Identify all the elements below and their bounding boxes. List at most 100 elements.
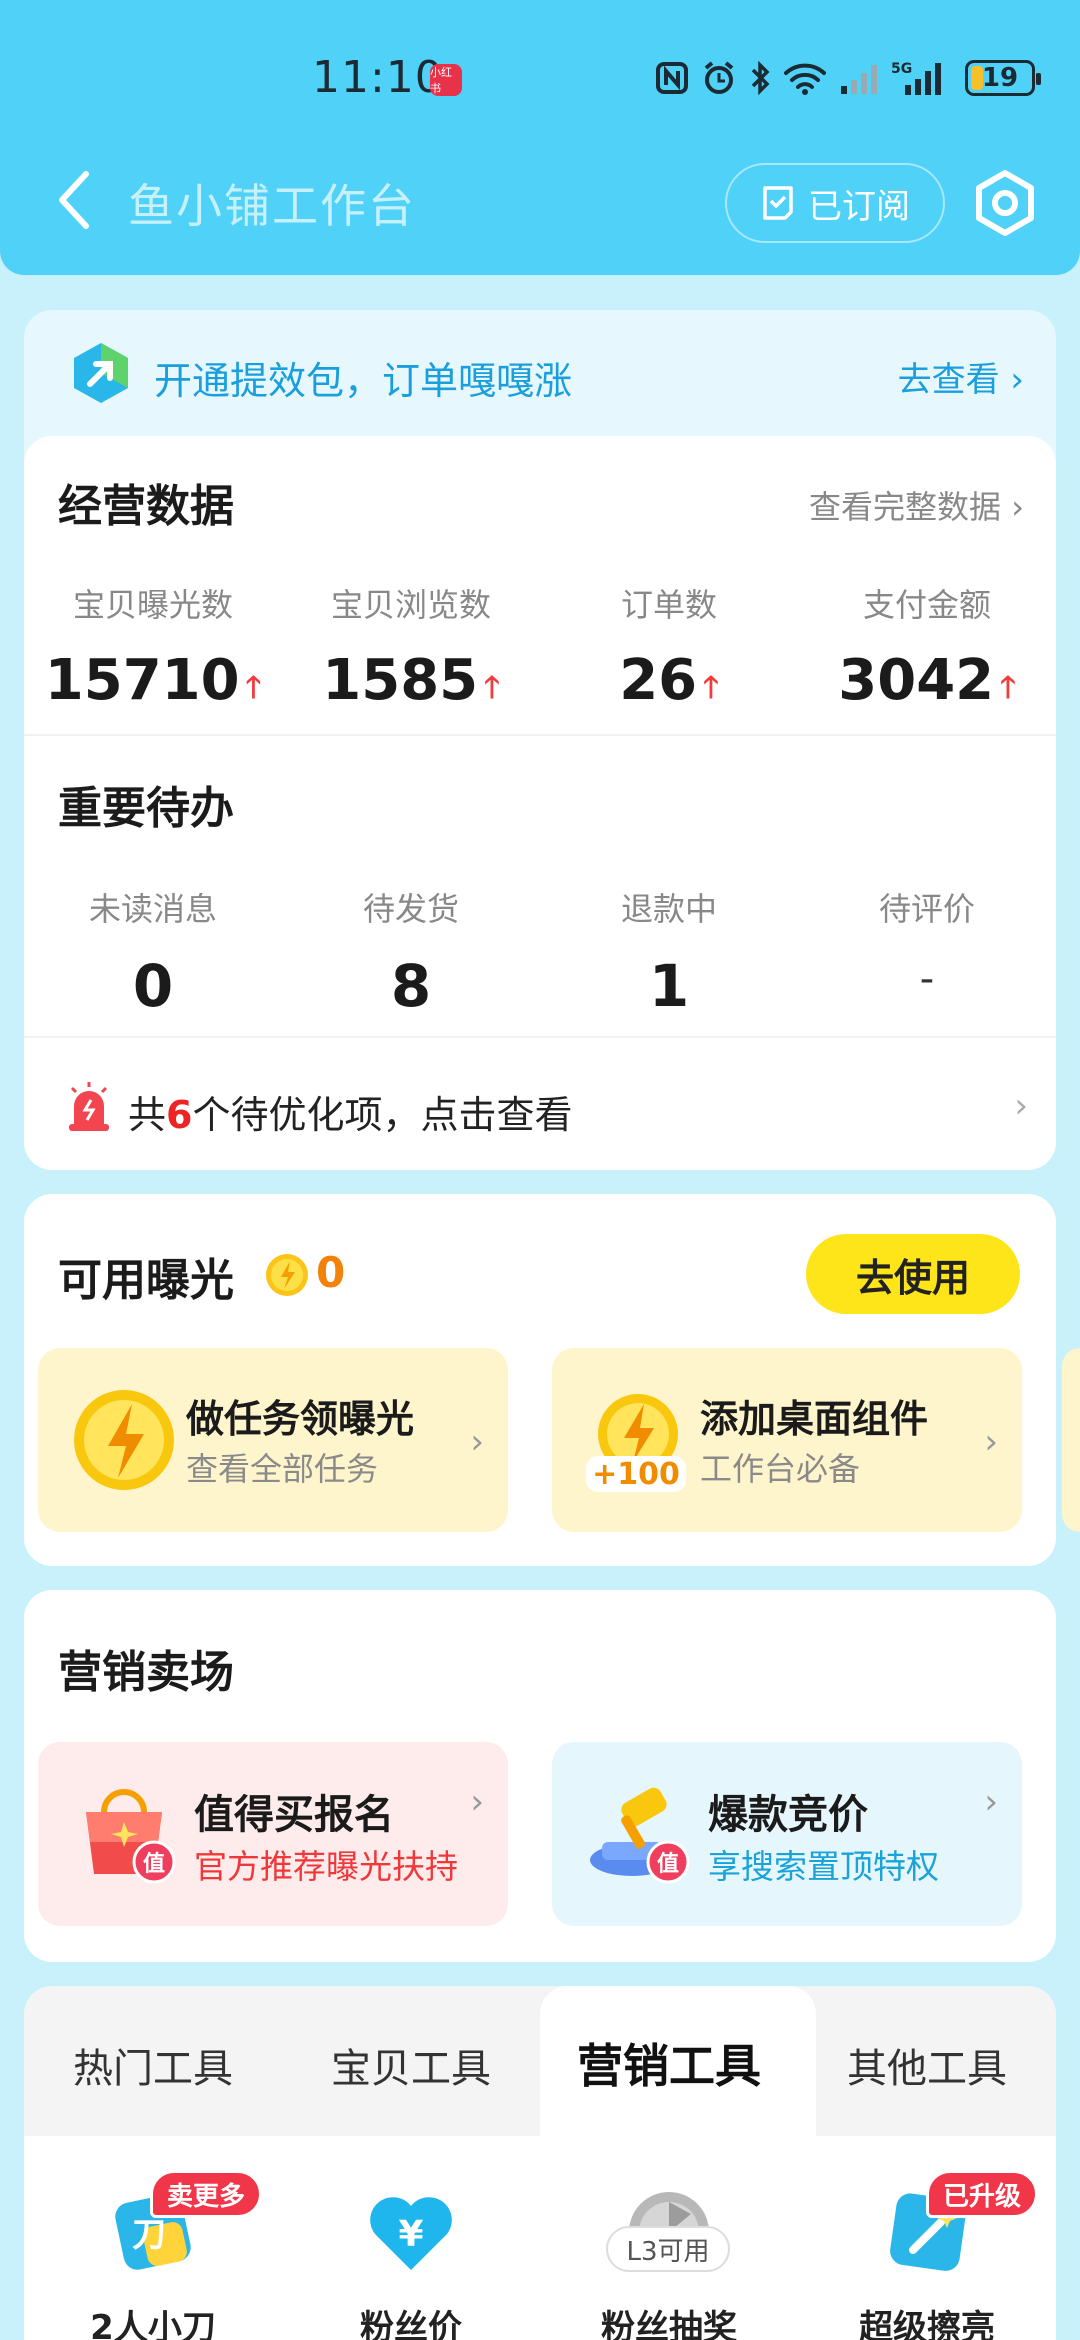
use-exposure-button[interactable]: 去使用 [806, 1234, 1020, 1314]
bonus-badge: +100 [592, 1457, 680, 1492]
battery-icon: 19 [965, 60, 1041, 96]
yen-glyph: ¥ [398, 2214, 423, 2255]
tile-subtitle: 官方推荐曝光扶持 [194, 1847, 458, 1886]
exposure-card: 可用曝光 0 去使用 做任务领曝光 查看全部任务 › +100 添加桌面组件 工… [24, 1194, 1080, 1566]
desktop-widget-tile[interactable]: +100 添加桌面组件 工作台必备 › [552, 1348, 1022, 1532]
tile-title: 爆款竞价 [708, 1792, 868, 1838]
tile-subtitle: 享搜索置顶特权 [708, 1847, 939, 1886]
todo-value: 0 [132, 952, 174, 1020]
tile-subtitle: 查看全部任务 [186, 1450, 379, 1488]
tab-item-tools[interactable]: 宝贝工具 [282, 2036, 540, 2094]
todo-value: 8 [390, 952, 432, 1020]
divider [24, 734, 1056, 736]
back-icon[interactable] [52, 168, 96, 232]
shopping-bag-icon: 值 [86, 1789, 176, 1884]
promo-view-link[interactable]: 去查看 › [898, 352, 1024, 401]
check-box-icon [763, 186, 793, 220]
business-data-title: 经营数据 [58, 481, 234, 532]
promo-text: 开通提效包，订单嘎嘎涨 [154, 359, 573, 403]
todo-label: 退款中 [620, 890, 717, 928]
alarm-icon [704, 61, 734, 94]
todos-title: 重要待办 [58, 783, 234, 834]
tab-hot-tools[interactable]: 热门工具 [24, 2036, 282, 2094]
see-full-data-link[interactable]: 查看完整数据 › [809, 482, 1024, 528]
nfc-icon [656, 62, 688, 94]
todo-value: - [919, 956, 935, 1002]
todo-label: 未读消息 [88, 890, 217, 928]
metric-views[interactable]: 宝贝浏览数 1585 🡑 [282, 580, 540, 713]
optimization-text: 共6个待优化项，点击查看 [128, 1084, 572, 1139]
chevron-right-icon: › [1014, 1086, 1028, 1126]
marketing-card: 营销卖场 值 值得买报名 官方推荐曝光扶持 › 值 爆款竞价 享搜索置顶特权 › [24, 1590, 1056, 1962]
next-tile-peek[interactable] [1062, 1348, 1080, 1532]
subscribed-button[interactable]: 已订阅 [725, 163, 945, 243]
worth-badge: 值 [143, 1851, 165, 1877]
optimization-count: 6 [166, 1093, 193, 1137]
heart-price-icon: ¥ [370, 2197, 452, 2270]
tile-title: 值得买报名 [194, 1792, 394, 1838]
efficiency-pack-icon [74, 343, 128, 403]
alarm-light-icon [69, 1082, 109, 1131]
todo-unread[interactable]: 未读消息 0 [24, 884, 282, 1020]
metric-value: 1585 [322, 648, 479, 713]
todo-to-ship[interactable]: 待发货 8 [282, 884, 540, 1020]
tool-fan-price[interactable]: ¥ 粉丝价 [282, 2184, 540, 2340]
chevron-right-icon: › [470, 1782, 484, 1822]
tile-title: 做任务领曝光 [186, 1397, 415, 1441]
settings-icon[interactable] [970, 168, 1040, 238]
metric-orders[interactable]: 订单数 26 🡑 [540, 580, 798, 713]
wifi-icon [784, 63, 826, 95]
svg-text:5G: 5G [891, 61, 912, 77]
todo-to-review[interactable]: 待评价 - [798, 884, 1056, 1002]
status-bar: 11:10 小红书 5G 19 [0, 0, 1080, 160]
hot-bidding-tile[interactable]: 值 爆款竞价 享搜索置顶特权 › [552, 1742, 1022, 1926]
status-icons: 5G 19 [655, 56, 1041, 100]
metric-label: 宝贝曝光数 [72, 586, 233, 624]
metric-value: 3042 [838, 648, 995, 713]
up-arrow-icon: 🡑 [245, 670, 262, 705]
signal-5g-icon: 5G [891, 61, 941, 95]
chevron-right-icon: › [984, 1422, 998, 1462]
app-notification-icon: 小红书 [430, 64, 462, 96]
up-arrow-icon: 🡑 [703, 670, 719, 705]
metric-value: 26 [619, 648, 698, 713]
todo-label: 待发货 [362, 890, 459, 928]
tool-label: 2人小刀 [90, 2308, 216, 2340]
tab-marketing-tools[interactable]: 营销工具 [540, 2030, 798, 2096]
todo-value: 1 [648, 952, 690, 1020]
knife-glyph: 刀 [132, 2215, 166, 2255]
lightning-coin-icon: +100 [586, 1394, 686, 1492]
level-lock-badge: L3可用 [606, 2226, 730, 2272]
metric-label: 订单数 [620, 586, 717, 624]
status-time: 11:10 [312, 52, 444, 103]
up-arrow-icon: 🡑 [1000, 670, 1016, 705]
optimization-suffix: 个待优化项，点击查看 [192, 1093, 573, 1137]
tile-title: 添加桌面组件 [700, 1397, 929, 1441]
chevron-right-icon: › [984, 1782, 998, 1822]
marketing-title: 营销卖场 [58, 1647, 234, 1698]
exposure-title: 可用曝光 [58, 1255, 234, 1306]
page-title: 鱼小铺工作台 [128, 179, 416, 233]
metric-value: 15710 [44, 648, 240, 713]
business-card: 经营数据 查看完整数据 › 宝贝曝光数 15710 🡑 宝贝浏览数 1585 🡑 订… [24, 436, 1056, 1170]
metric-label: 宝贝浏览数 [330, 586, 491, 624]
metric-payment[interactable]: 支付金额 3042 🡑 [798, 580, 1056, 713]
worth-buying-tile[interactable]: 值 值得买报名 官方推荐曝光扶持 › [38, 1742, 508, 1926]
subscribed-label: 已订阅 [808, 186, 910, 227]
tool-label: 超级擦亮 [859, 2308, 995, 2340]
chevron-right-icon: › [470, 1422, 484, 1462]
metric-label: 支付金额 [862, 586, 991, 624]
up-arrow-icon: 🡑 [484, 670, 500, 705]
bluetooth-icon [751, 60, 770, 96]
tool-label: 粉丝抽奖 [601, 2308, 737, 2340]
battery-level: 19 [981, 63, 1019, 93]
optimization-row[interactable]: 共6个待优化项，点击查看 › [24, 1036, 1056, 1170]
todo-refunding[interactable]: 退款中 1 [540, 884, 798, 1020]
sell-more-badge: 卖更多 [150, 2170, 263, 2218]
todo-label: 待评价 [878, 890, 975, 928]
task-exposure-tile[interactable]: 做任务领曝光 查看全部任务 › [38, 1348, 508, 1532]
tile-subtitle: 工作台必备 [700, 1450, 861, 1488]
metric-exposure[interactable]: 宝贝曝光数 15710 🡑 [24, 580, 282, 713]
optimization-prefix: 共 [128, 1093, 167, 1137]
tab-other-tools[interactable]: 其他工具 [798, 2036, 1056, 2094]
